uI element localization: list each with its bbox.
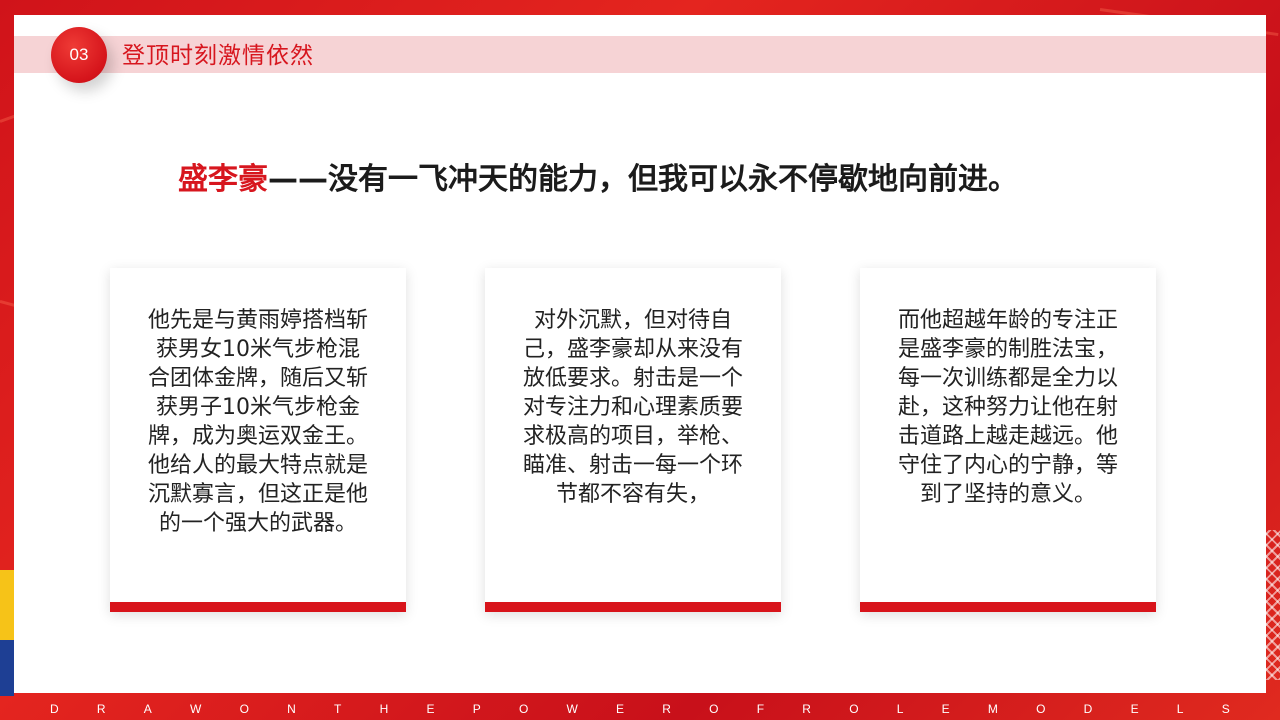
footer-letter: L bbox=[896, 702, 904, 716]
section-number: 03 bbox=[69, 45, 89, 64]
footer-letter: O bbox=[849, 702, 859, 716]
card-accent-bar bbox=[860, 602, 1156, 612]
footer-letter: P bbox=[472, 702, 481, 716]
decorative-blue-block bbox=[0, 640, 14, 696]
card-accent-bar bbox=[110, 602, 406, 612]
info-card: 对外沉默，但对待自己，盛李豪却从来没有放低要求。射击是一个对专注力和心理素质要求… bbox=[485, 268, 781, 612]
footer-letter: E bbox=[616, 702, 625, 716]
footer-letter: T bbox=[334, 702, 342, 716]
card-text: 而他超越年龄的专注正是盛李豪的制胜法宝，每一次训练都是全力以赴，这种努力让他在射… bbox=[898, 308, 1119, 507]
footer-letter: H bbox=[379, 702, 389, 716]
footer-slogan: DRAWONTHEPOWEROFROLEMODELS bbox=[14, 698, 1266, 720]
footer-letter: N bbox=[287, 702, 296, 716]
headline-quote: ——没有一飞冲天的能力，但我可以永不停歇地向前进。 bbox=[268, 162, 1018, 197]
section-number-badge: 03 bbox=[51, 27, 107, 83]
footer-letter: M bbox=[987, 702, 998, 716]
footer-letter: O bbox=[1036, 702, 1046, 716]
section-title: 登顶时刻激情依然 bbox=[122, 43, 314, 69]
headline: 盛李豪——没有一飞冲天的能力，但我可以永不停歇地向前进。 bbox=[178, 158, 1018, 202]
headline-name: 盛李豪 bbox=[178, 162, 268, 197]
footer-letter: A bbox=[143, 702, 152, 716]
footer-letter: L bbox=[1176, 702, 1184, 716]
footer-letter: O bbox=[518, 702, 529, 716]
footer-letter: S bbox=[1221, 702, 1230, 716]
footer-letter: E bbox=[941, 702, 950, 716]
footer-letter: D bbox=[50, 702, 59, 716]
footer-letter: O bbox=[239, 702, 249, 716]
footer-letter: E bbox=[1130, 702, 1139, 716]
footer-letter: R bbox=[662, 702, 671, 716]
footer-letter: R bbox=[802, 702, 811, 716]
info-card: 而他超越年龄的专注正是盛李豪的制胜法宝，每一次训练都是全力以赴，这种努力让他在射… bbox=[860, 268, 1156, 612]
footer-letter: D bbox=[1083, 702, 1093, 716]
footer-letter: F bbox=[756, 702, 765, 716]
card-text: 他先是与黄雨婷搭档斩获男女10米气步枪混合团体金牌，随后又斩获男子10米气步枪金… bbox=[148, 308, 369, 536]
footer-letter: E bbox=[426, 702, 435, 716]
info-card: 他先是与黄雨婷搭档斩获男女10米气步枪混合团体金牌，随后又斩获男子10米气步枪金… bbox=[110, 268, 406, 612]
decorative-yellow-block bbox=[0, 570, 14, 640]
decorative-tower bbox=[1264, 530, 1280, 680]
card-accent-bar bbox=[485, 602, 781, 612]
footer-letter: O bbox=[709, 702, 719, 716]
footer-letter: W bbox=[566, 702, 578, 716]
footer-letter: R bbox=[96, 702, 106, 716]
card-text: 对外沉默，但对待自己，盛李豪却从来没有放低要求。射击是一个对专注力和心理素质要求… bbox=[523, 308, 744, 507]
slide: 03 登顶时刻激情依然 盛李豪——没有一飞冲天的能力，但我可以永不停歇地向前进。… bbox=[0, 0, 1280, 720]
footer-letter: W bbox=[190, 702, 202, 716]
